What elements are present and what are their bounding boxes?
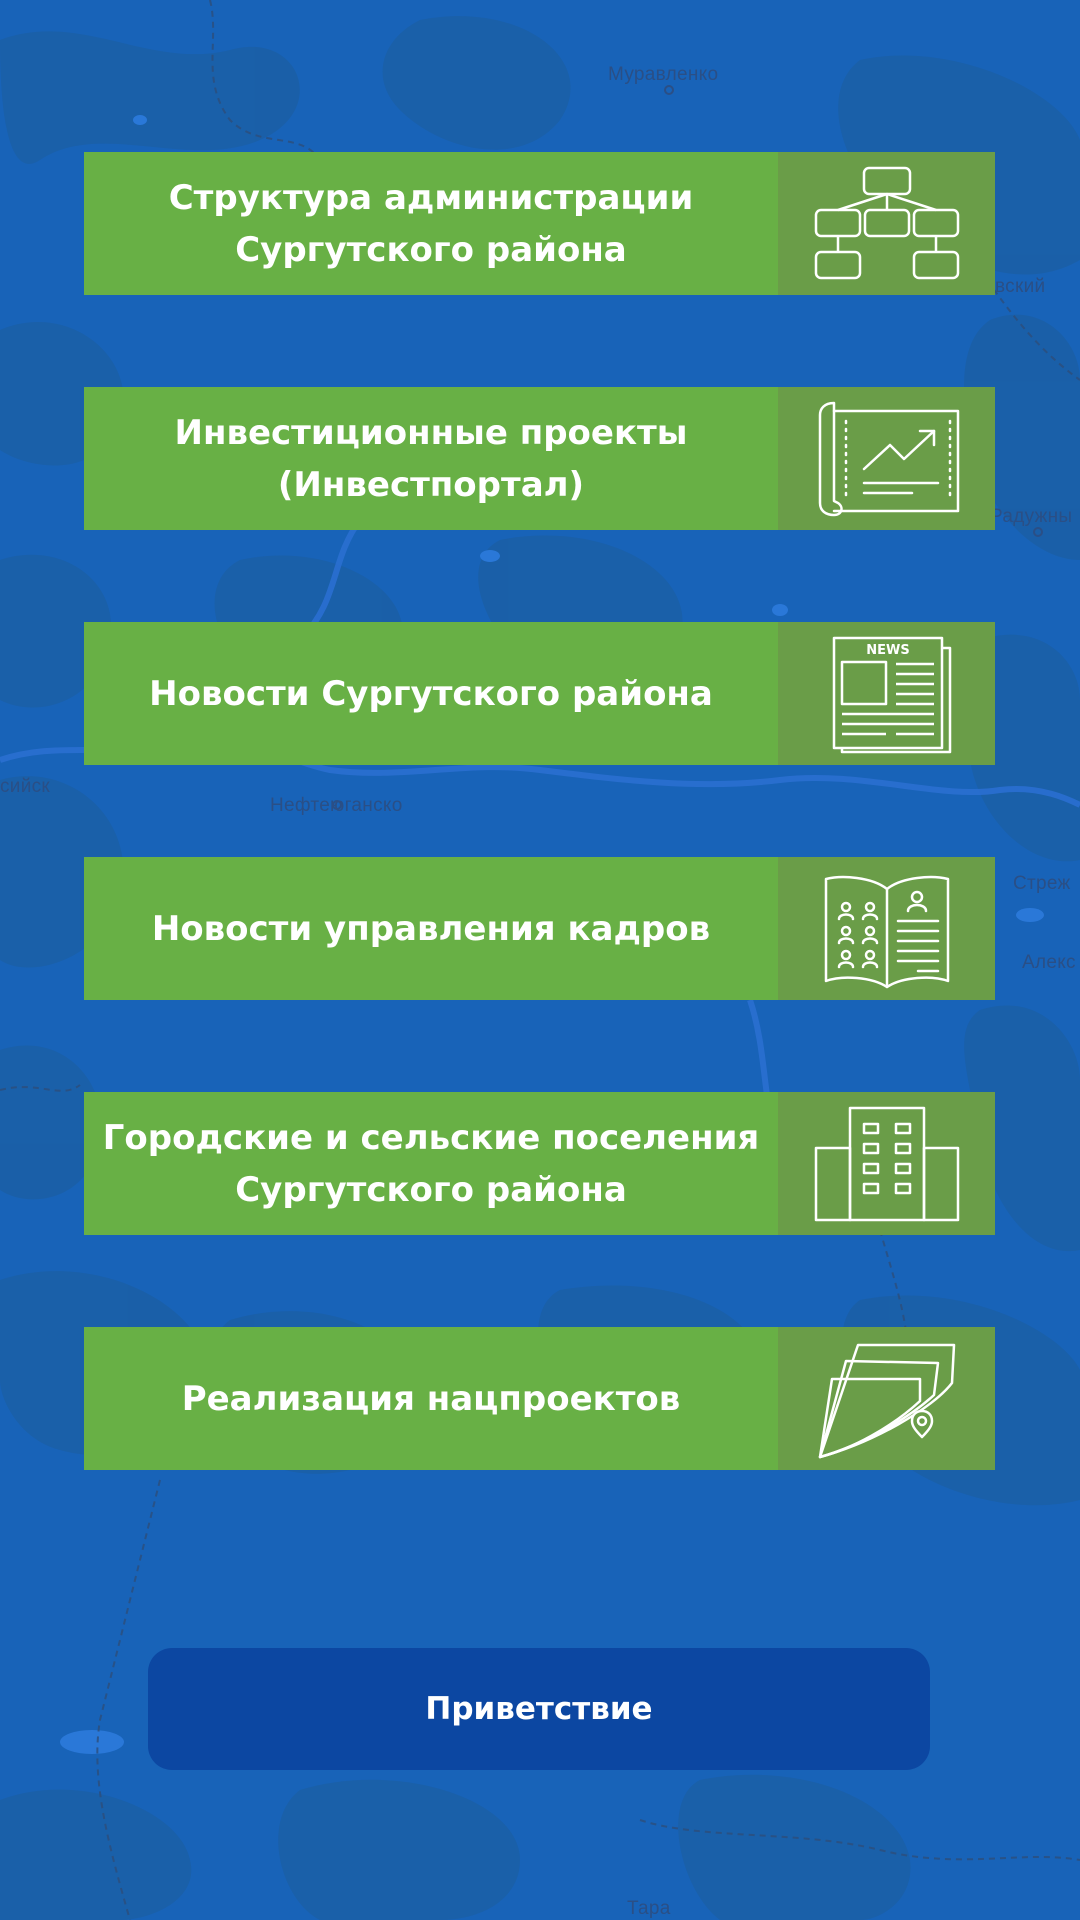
newspaper-icon: NEWS [832, 636, 951, 753]
map-label-siysk: сийск [0, 776, 51, 797]
menu-icon-panel [778, 1092, 995, 1235]
menu-item-label-line1: Структура администрации [168, 177, 694, 218]
menu-icon-panel [778, 152, 995, 295]
greeting-button[interactable]: Приветствие [148, 1648, 930, 1770]
news-icon-text: NEWS [866, 643, 909, 658]
investment-chart-icon [818, 401, 959, 516]
menu-icon-panel [778, 857, 995, 1000]
menu-item-national-projects[interactable]: Реализация нацпроектов [84, 1327, 995, 1470]
personnel-book-icon [824, 875, 949, 988]
menu-item-label: Городские и сельские поселения Сургутско… [84, 1092, 778, 1235]
menu-icon-panel [778, 387, 995, 530]
map-location-icon [818, 1343, 955, 1458]
menu-item-personnel-news[interactable]: Новости управления кадров [84, 857, 995, 1000]
menu-item-label-line2: Сургутского района [235, 1169, 627, 1210]
menu-icon-panel [778, 1327, 995, 1470]
menu-icon-panel: NEWS [778, 622, 995, 765]
menu-item-label: Структура администрации Сургутского райо… [84, 152, 778, 295]
map-label-nefteyugansk: Нефтеюганско [270, 795, 403, 816]
menu-item-administration-structure[interactable]: Структура администрации Сургутского райо… [84, 152, 995, 295]
menu-item-label-line1: Инвестиционные проекты [174, 412, 688, 453]
buildings-icon [814, 1106, 959, 1221]
menu-item-label: Новости Сургутского района [84, 622, 778, 765]
map-label-strezh: Стреж [1013, 873, 1071, 894]
menu-item-label-line2: Сургутского района [235, 229, 627, 270]
map-label-vskiy: вский [995, 276, 1046, 297]
menu-item-label-line2: (Инвестпортал) [277, 464, 585, 505]
menu-item-label: Инвестиционные проекты (Инвестпортал) [84, 387, 778, 530]
menu-item-label: Реализация нацпроектов [84, 1327, 778, 1470]
menu-item-label-line1: Новости управления кадров [151, 908, 711, 949]
menu-item-investment-projects[interactable]: Инвестиционные проекты (Инвестпортал) [84, 387, 995, 530]
org-structure-icon [814, 166, 959, 279]
menu-item-district-news[interactable]: Новости Сургутского района NEWS [84, 622, 995, 765]
menu-item-label: Новости управления кадров [84, 857, 778, 1000]
map-label-alek: Алекс [1022, 952, 1076, 973]
map-label-raduzhny: Радужны [990, 506, 1073, 527]
menu-item-label-line1: Реализация нацпроектов [181, 1378, 681, 1419]
menu-item-settlements[interactable]: Городские и сельские поселения Сургутско… [84, 1092, 995, 1235]
map-label-muravlenko: Муравленко [608, 64, 719, 85]
menu-item-label-line1: Новости Сургутского района [149, 673, 713, 714]
menu-item-label-line1: Городские и сельские поселения [102, 1117, 760, 1158]
map-label-tara: Тара [627, 1898, 671, 1919]
